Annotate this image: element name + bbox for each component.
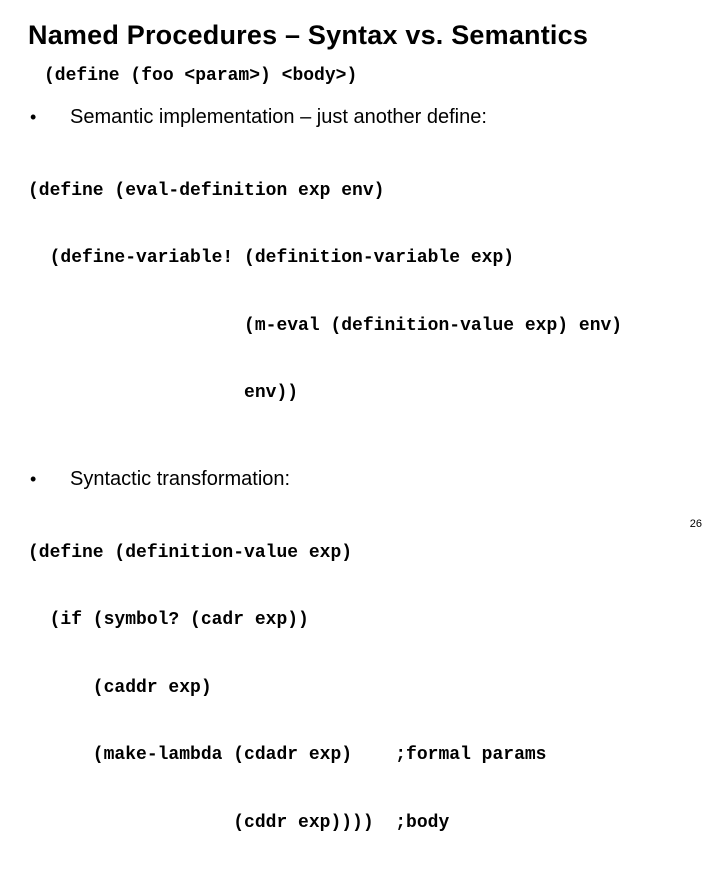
code-line: (make-lambda (cdadr exp) ;formal params	[28, 744, 692, 767]
bullet-marker: •	[28, 469, 70, 490]
syntax-definition: (define (foo <param>) <body>)	[44, 65, 692, 88]
code-line: (if (symbol? (cadr exp))	[28, 609, 692, 632]
code-line: (cddr exp)))) ;body	[28, 812, 692, 835]
code-block-semantic: (define (eval-definition exp env) (defin…	[28, 135, 692, 450]
code-line: (define (eval-definition exp env)	[28, 180, 692, 203]
page-number: 26	[690, 518, 702, 530]
code-line: (define (definition-value exp)	[28, 542, 692, 565]
bullet-text: Syntactic transformation:	[70, 468, 290, 491]
code-line: (m-eval (definition-value exp) env)	[28, 315, 692, 338]
slide-title: Named Procedures – Syntax vs. Semantics	[28, 20, 692, 51]
bullet-text: Semantic implementation – just another d…	[70, 106, 487, 129]
code-block-syntactic: (define (definition-value exp) (if (symb…	[28, 497, 692, 879]
code-line: (define-variable! (definition-variable e…	[28, 247, 692, 270]
code-line: env))	[28, 382, 692, 405]
bullet-marker: •	[28, 107, 70, 128]
bullet-item: • Syntactic transformation:	[28, 468, 692, 491]
bullet-item: • Semantic implementation – just another…	[28, 106, 692, 129]
slide: Named Procedures – Syntax vs. Semantics …	[0, 0, 720, 540]
code-line: (caddr exp)	[28, 677, 692, 700]
